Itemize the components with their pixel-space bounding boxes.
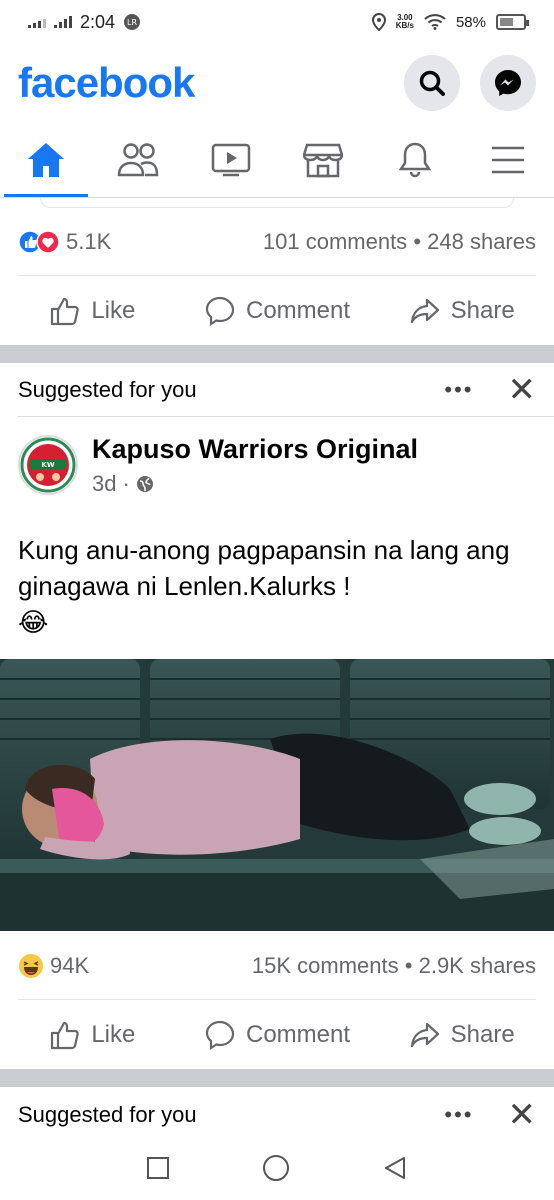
comment-icon <box>205 296 235 327</box>
tab-marketplace[interactable] <box>277 122 369 197</box>
share-button[interactable]: Share <box>369 1001 554 1069</box>
feed-separator <box>0 1069 554 1087</box>
like-button[interactable]: Like <box>0 277 185 345</box>
suggested-label: Suggested for you <box>18 377 197 402</box>
close-icon[interactable]: ✕ <box>508 373 537 407</box>
location-icon <box>371 13 386 31</box>
app-header: facebook <box>0 48 554 118</box>
divider <box>18 999 536 1000</box>
share-icon <box>410 1022 439 1048</box>
meta-dot: · <box>122 470 130 496</box>
shares-count[interactable]: 2.9K shares <box>419 953 536 978</box>
more-options-icon[interactable]: ••• <box>444 377 473 403</box>
clock: 2:04 <box>80 11 116 32</box>
meta-separator: • <box>413 229 422 254</box>
post-body: Kung anu-anong pagpapansin na lang ang g… <box>18 535 510 601</box>
svg-text:KW: KW <box>41 461 54 469</box>
tab-notifications[interactable] <box>369 122 461 197</box>
signal-icon-2 <box>54 16 72 28</box>
post1-reactions-row: 5.1K 101 comments • 248 shares <box>18 218 536 266</box>
bell-icon <box>399 142 432 177</box>
tab-menu[interactable] <box>462 122 554 197</box>
net-speed: 3.00 KB/s <box>395 13 414 30</box>
divider <box>18 275 536 276</box>
post2-reactions-row: 94K 15K comments • 2.9K shares <box>18 942 536 990</box>
suggested-label: Suggested for you <box>18 1102 197 1127</box>
signal-icon <box>28 16 46 28</box>
comments-count[interactable]: 15K comments <box>252 953 399 978</box>
messenger-icon <box>495 70 521 96</box>
comments-shares[interactable]: 101 comments • 248 shares <box>263 229 536 255</box>
tab-home[interactable] <box>0 122 92 197</box>
suggested-header-2: Suggested for you ••• ✕ <box>0 1088 554 1142</box>
status-bar: 2:04 LR 3.00 KB/s 58% <box>0 0 554 44</box>
page-name[interactable]: Kapuso Warriors Original <box>92 434 418 465</box>
haha-reaction-icon[interactable] <box>18 953 44 979</box>
close-icon[interactable]: ✕ <box>508 1098 537 1132</box>
more-options-icon[interactable]: ••• <box>444 1102 473 1128</box>
post-text: Kung anu-anong pagpapansin na lang ang g… <box>18 532 540 640</box>
share-icon <box>410 298 439 324</box>
comment-button[interactable]: Comment <box>185 1001 370 1069</box>
comments-shares[interactable]: 15K comments • 2.9K shares <box>252 953 536 979</box>
watch-icon <box>211 143 251 176</box>
post-age[interactable]: 3d <box>92 471 116 497</box>
system-nav-bar <box>0 1140 554 1196</box>
laughing-emoji: 😂 <box>18 607 49 637</box>
comment-button[interactable]: Comment <box>185 277 370 345</box>
messenger-button[interactable] <box>480 55 536 111</box>
like-label: Like <box>91 1021 136 1048</box>
post2-action-bar: Like Comment Share <box>0 1001 554 1069</box>
post-meta: 3d · <box>92 471 418 497</box>
home-icon <box>28 142 65 177</box>
wifi-icon <box>424 14 446 30</box>
facebook-logo[interactable]: facebook <box>18 59 195 107</box>
divider <box>18 416 554 417</box>
reactions-count[interactable]: 94K <box>50 953 89 979</box>
love-reaction-icon[interactable] <box>36 230 60 254</box>
recents-icon[interactable] <box>146 1156 170 1180</box>
back-icon[interactable] <box>382 1155 408 1181</box>
share-label: Share <box>450 297 515 324</box>
home-circle-icon[interactable] <box>262 1154 290 1182</box>
hamburger-menu-icon <box>491 146 524 173</box>
previous-post-card-edge <box>40 198 514 208</box>
comment-icon <box>205 1020 235 1051</box>
like-label: Like <box>91 297 136 324</box>
suggested-header: Suggested for you ••• ✕ <box>0 363 554 417</box>
app-notification-icon: LR <box>124 14 141 30</box>
main-nav-tabs <box>0 122 554 198</box>
thumbs-up-icon <box>51 1021 80 1050</box>
comment-label: Comment <box>245 297 351 324</box>
post-photo[interactable] <box>0 659 554 931</box>
comments-count[interactable]: 101 comments <box>263 229 407 254</box>
reactions-count[interactable]: 5.1K <box>66 229 111 255</box>
svg-text:LR: LR <box>127 18 137 27</box>
friends-icon <box>118 142 159 176</box>
tab-watch[interactable] <box>185 122 277 197</box>
post2-header: KW Kapuso Warriors Original 3d · <box>18 420 536 510</box>
globe-icon <box>136 475 153 492</box>
share-button[interactable]: Share <box>369 277 554 345</box>
share-label: Share <box>450 1021 515 1048</box>
search-button[interactable] <box>404 55 460 111</box>
like-button[interactable]: Like <box>0 1001 185 1069</box>
page-avatar[interactable]: KW <box>18 435 78 495</box>
comment-label: Comment <box>245 1021 351 1048</box>
search-icon <box>419 70 445 96</box>
tab-friends[interactable] <box>92 122 184 197</box>
meta-separator: • <box>404 953 413 978</box>
thumbs-up-icon <box>51 297 80 326</box>
marketplace-icon <box>303 143 344 177</box>
feed-separator <box>0 345 554 363</box>
shares-count[interactable]: 248 shares <box>427 229 536 254</box>
battery-text: 58% <box>455 13 486 31</box>
post1-action-bar: Like Comment Share <box>0 277 554 345</box>
battery-icon <box>496 14 529 30</box>
